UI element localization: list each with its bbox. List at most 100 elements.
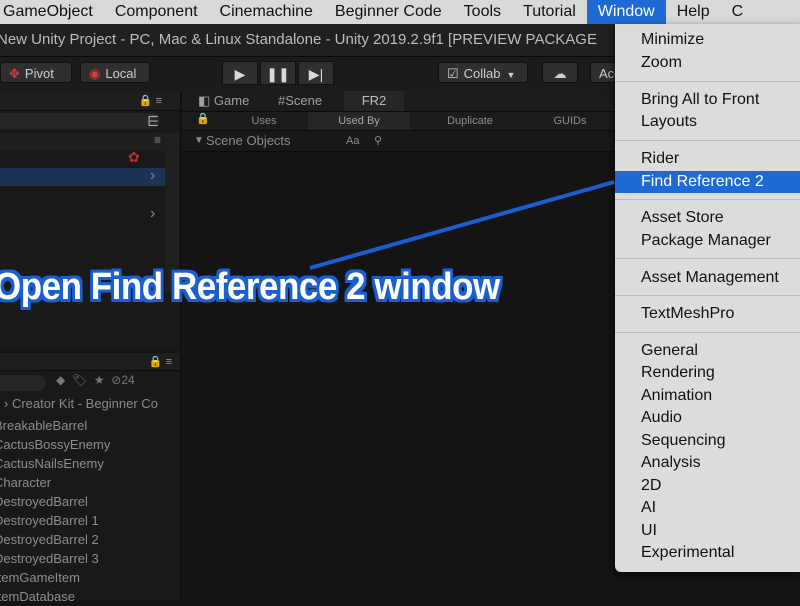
hierarchy-menu-icon[interactable]: ≡ — [154, 133, 161, 147]
filter-type-icon[interactable]: ◆ — [56, 373, 65, 387]
menu-separator — [615, 199, 800, 200]
fr2-panel: ◧ Game #Scene FR2 🔒 Uses Used By Duplica… — [182, 91, 614, 600]
local-button[interactable]: ◉ Local — [80, 62, 150, 83]
menu-separator — [615, 140, 800, 141]
menubar: GameObject Component Cinemachine Beginne… — [0, 0, 800, 24]
menu-item-find-reference-2[interactable]: Find Reference 2 — [615, 171, 800, 193]
hidden-count: 24 — [121, 373, 135, 387]
menu-tools[interactable]: Tools — [453, 0, 512, 24]
breadcrumb: › Creator Kit - Beginner Co — [4, 396, 158, 411]
list-item[interactable]: Character — [0, 473, 110, 492]
menu-item-layouts[interactable]: Layouts — [615, 111, 800, 133]
menu-gameobject[interactable]: GameObject — [0, 0, 104, 24]
pause-button[interactable]: ❚❚ — [260, 61, 296, 85]
menu-component[interactable]: Component — [104, 0, 209, 24]
subtab-uses[interactable]: Uses — [222, 112, 306, 130]
lock-icon[interactable]: 🔒 ≡ — [149, 356, 172, 368]
menu-separator — [615, 258, 800, 259]
list-item[interactable]: DestroyedBarrel 2 — [0, 530, 110, 549]
project-search-input[interactable] — [0, 375, 46, 391]
menu-item-textmeshpro[interactable]: TextMeshPro — [615, 303, 800, 325]
list-item[interactable]: DestroyedBarrel — [0, 492, 110, 511]
unity-logo-icon: ✿ — [128, 149, 140, 165]
chevron-right-icon[interactable]: › — [150, 205, 155, 223]
list-item[interactable]: ItemDatabase — [0, 587, 110, 606]
menu-item-audio[interactable]: Audio — [615, 407, 800, 429]
breadcrumb-folder[interactable]: Creator Kit - Beginner Co — [12, 396, 158, 411]
star-icon[interactable]: ★ — [94, 373, 105, 387]
menu-item-general[interactable]: General — [615, 340, 800, 362]
cloud-button[interactable]: ☁ — [542, 62, 578, 83]
hierarchy-search-input[interactable] — [0, 113, 160, 129]
collab-button[interactable]: ☑ Collab ▼ — [438, 62, 528, 83]
scene-objects-row[interactable]: ▼ Scene Objects Aa ⚲ — [182, 131, 614, 152]
menu-item-sequencing[interactable]: Sequencing — [615, 430, 800, 452]
triangle-down-icon: ▼ — [194, 135, 204, 146]
menu-item-package-manager[interactable]: Package Manager — [615, 230, 800, 252]
project-filter-tools: ◆ 🏷 ★ ⊘24 — [56, 373, 135, 387]
menu-cinemachine[interactable]: Cinemachine — [209, 0, 324, 24]
scene-objects-label: Scene Objects — [206, 133, 291, 148]
menu-item-2d[interactable]: 2D — [615, 475, 800, 497]
fr2-mode-tabs: 🔒 Uses Used By Duplicate GUIDs — [182, 112, 614, 131]
hierarchy-selected-row[interactable] — [0, 168, 165, 186]
tab-game[interactable]: ◧ Game — [190, 91, 257, 111]
local-icon: ◉ — [89, 66, 101, 81]
menu-separator — [615, 332, 800, 333]
check-icon: ☑ — [447, 66, 459, 81]
list-item[interactable]: DestroyedBarrel 3 — [0, 549, 110, 568]
step-button[interactable]: ▶| — [298, 61, 334, 85]
label-icon[interactable]: 🏷 — [72, 373, 87, 387]
pivot-icon: ✥ — [9, 66, 20, 81]
match-case-toggle[interactable]: Aa — [346, 131, 359, 151]
window-title: New Unity Project - PC, Mac & Linux Stan… — [0, 31, 597, 48]
play-button[interactable]: ▶ — [222, 61, 258, 85]
subtab-used-by[interactable]: Used By — [308, 112, 410, 130]
chevron-right-icon[interactable]: › — [150, 167, 155, 185]
menu-item-ai[interactable]: AI — [615, 497, 800, 519]
subtab-duplicate[interactable]: Duplicate — [414, 112, 526, 130]
menu-separator — [615, 295, 800, 296]
lock-icon[interactable]: 🔒 ≡ — [139, 95, 162, 107]
tab-scene[interactable]: #Scene — [270, 91, 330, 111]
list-item[interactable]: ItemGameItem — [0, 568, 110, 587]
pivot-button[interactable]: ✥ Pivot — [0, 62, 72, 83]
search-icon[interactable]: ⚲ — [374, 131, 382, 151]
menu-window[interactable]: Window — [586, 0, 666, 24]
menu-item-asset-store[interactable]: Asset Store — [615, 207, 800, 229]
menu-item-animation[interactable]: Animation — [615, 385, 800, 407]
menu-item-zoom[interactable]: Zoom — [615, 52, 800, 74]
menu-item-bring-all-to-front[interactable]: Bring All to Front — [615, 89, 800, 111]
menu-help[interactable]: Help — [666, 0, 721, 24]
menu-beginner-code[interactable]: Beginner Code — [324, 0, 453, 24]
play-icon: ▶ — [234, 66, 246, 82]
menu-item-ui[interactable]: UI — [615, 520, 800, 542]
menu-tutorial[interactable]: Tutorial — [512, 0, 587, 24]
list-item[interactable]: BreakableBarrel — [0, 416, 110, 435]
create-menu-icon[interactable]: ⋿ — [147, 113, 159, 130]
tab-fr2[interactable]: FR2 — [344, 91, 404, 111]
center-tabs: ◧ Game #Scene FR2 — [182, 91, 614, 112]
collab-label: Collab — [463, 66, 501, 81]
callout-text: Open Find Reference 2 window — [0, 266, 500, 308]
lock-icon[interactable]: 🔒 — [196, 112, 210, 125]
hierarchy-panel: 🔒 ≡ ⋿ ≡ ✿ › › — [0, 91, 181, 351]
chevron-down-icon: ▼ — [506, 70, 516, 80]
hidden-count-icon[interactable]: ⊘ — [111, 373, 121, 387]
subtab-guids[interactable]: GUIDs — [528, 112, 612, 130]
menu-item-minimize[interactable]: Minimize — [615, 29, 800, 51]
project-asset-list: BreakableBarrel CactusBossyEnemy CactusN… — [0, 416, 110, 606]
list-item[interactable]: DestroyedBarrel 1 — [0, 511, 110, 530]
menu-item-asset-management[interactable]: Asset Management — [615, 267, 800, 289]
list-item[interactable]: CactusBossyEnemy — [0, 435, 110, 454]
chevron-right-icon: › — [4, 396, 9, 411]
pause-icon: ❚❚ — [266, 66, 290, 82]
menu-item-rendering[interactable]: Rendering — [615, 362, 800, 384]
tab-fr2-label: FR2 — [361, 93, 387, 108]
menu-item-rider[interactable]: Rider — [615, 148, 800, 170]
list-item[interactable]: CactusNailsEnemy — [0, 454, 110, 473]
hierarchy-toolbar: ≡ — [0, 133, 165, 151]
menu-item-experimental[interactable]: Experimental — [615, 542, 800, 564]
menu-truncated[interactable]: C — [721, 0, 755, 24]
menu-item-analysis[interactable]: Analysis — [615, 452, 800, 474]
